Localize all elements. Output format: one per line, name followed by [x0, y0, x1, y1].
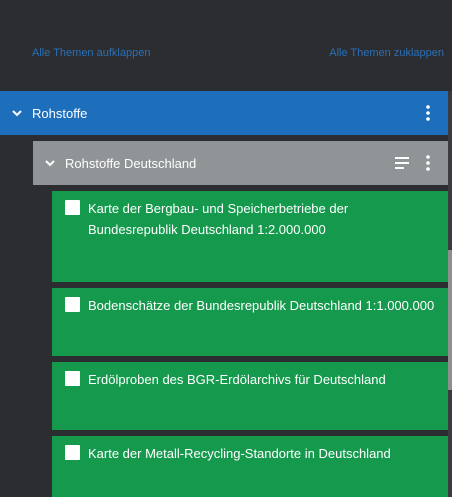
layer-checkbox[interactable]	[65, 445, 80, 460]
layer-label: Karte der Bergbau- und Speicherbetriebe …	[88, 201, 349, 237]
chevron-down-icon[interactable]	[43, 156, 57, 170]
layer-checkbox[interactable]	[65, 297, 80, 312]
layer-checkbox[interactable]	[65, 371, 80, 386]
list-icon[interactable]	[392, 153, 412, 173]
tree-node-rohstoffe-deutschland[interactable]: Rohstoffe Deutschland	[33, 141, 448, 185]
layer-item[interactable]: Erdölproben des BGR-Erdölarchivs für Deu…	[52, 362, 448, 430]
layer-checkbox[interactable]	[65, 200, 80, 215]
scrollbar-thumb[interactable]	[448, 250, 452, 390]
layer-label: Bodenschätze der Bundesrepublik Deutschl…	[88, 298, 435, 313]
kebab-menu-icon[interactable]	[418, 153, 438, 173]
expand-all-link[interactable]: Alle Themen aufklappen	[32, 47, 150, 59]
layer-item[interactable]: Karte der Bergbau- und Speicherbetriebe …	[52, 191, 448, 282]
layer-item[interactable]: Bodenschätze der Bundesrepublik Deutschl…	[52, 288, 448, 356]
collapse-all-link[interactable]: Alle Themen zuklappen	[329, 47, 444, 59]
layer-item[interactable]: Karte der Metall-Recycling-Standorte in …	[52, 436, 448, 497]
tree-toolbar: Alle Themen aufklappen Alle Themen zukla…	[0, 0, 452, 91]
tree-node-rohstoffe[interactable]: Rohstoffe	[0, 91, 448, 135]
layer-label: Erdölproben des BGR-Erdölarchivs für Deu…	[88, 372, 386, 387]
kebab-menu-icon[interactable]	[418, 103, 438, 123]
layer-tree-panel: Alle Themen aufklappen Alle Themen zukla…	[0, 0, 452, 497]
layer-label: Karte der Metall-Recycling-Standorte in …	[88, 446, 391, 461]
tree-node-label: Rohstoffe Deutschland	[65, 155, 197, 171]
tree-node-label: Rohstoffe	[32, 105, 88, 121]
chevron-down-icon[interactable]	[10, 106, 24, 120]
